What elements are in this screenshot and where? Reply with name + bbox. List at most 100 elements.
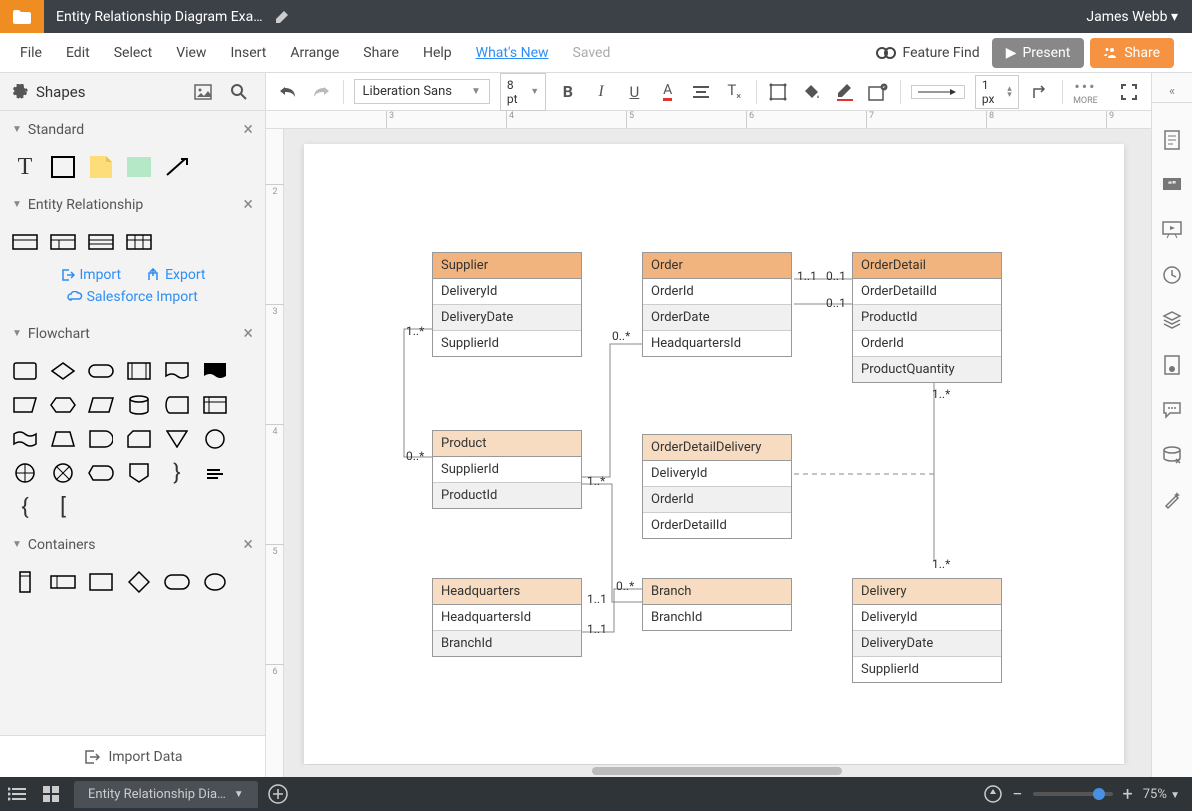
menu-help[interactable]: Help: [411, 45, 464, 61]
fc-card[interactable]: [126, 428, 152, 450]
line-style[interactable]: [911, 85, 965, 99]
cont-1[interactable]: [12, 571, 38, 593]
zoom-level[interactable]: 75% ▼: [1143, 787, 1180, 802]
fc-doc2[interactable]: [202, 360, 228, 382]
border-color-icon[interactable]: [833, 80, 856, 104]
menu-insert[interactable]: Insert: [218, 45, 278, 61]
underline-icon[interactable]: U: [623, 80, 646, 104]
align-icon[interactable]: [689, 80, 712, 104]
er-import-link[interactable]: Import: [59, 267, 121, 283]
menu-share[interactable]: Share: [351, 45, 411, 61]
comments-icon[interactable]: ❝❞: [1160, 173, 1184, 197]
line-width-select[interactable]: 1 px▴▾: [975, 75, 1019, 109]
entity-product[interactable]: Product SupplierId ProductId: [432, 430, 582, 509]
fc-offpage[interactable]: [126, 462, 152, 484]
cont-3[interactable]: [88, 571, 114, 593]
present-panel-icon[interactable]: [1160, 218, 1184, 242]
auto-zoom-icon[interactable]: [984, 785, 1002, 803]
cont-5[interactable]: [164, 571, 190, 593]
layers-icon[interactable]: [1160, 308, 1184, 332]
fc-stored[interactable]: [164, 394, 190, 416]
fc-para[interactable]: [88, 394, 114, 416]
whats-new-link[interactable]: What's New: [464, 45, 561, 61]
menu-select[interactable]: Select: [102, 45, 164, 61]
add-page-icon[interactable]: [268, 784, 288, 804]
fc-brace-r[interactable]: }: [164, 462, 190, 484]
category-er[interactable]: ▼ Entity Relationship ×: [0, 186, 265, 223]
fc-note[interactable]: [202, 462, 228, 484]
bold-icon[interactable]: B: [556, 80, 579, 104]
entity-orderdetail[interactable]: OrderDetail OrderDetailId ProductId Orde…: [852, 252, 1002, 383]
fc-trap[interactable]: [50, 428, 76, 450]
fc-display[interactable]: [88, 462, 114, 484]
category-flowchart[interactable]: ▼ Flowchart ×: [0, 315, 265, 352]
entity-headquarters[interactable]: Headquarters HeadquartersId BranchId: [432, 578, 582, 657]
menu-view[interactable]: View: [164, 45, 218, 61]
font-select[interactable]: Liberation Sans▼: [354, 79, 490, 104]
fc-tape[interactable]: [12, 428, 38, 450]
entity-orderdetaildelivery[interactable]: OrderDetailDelivery DeliveryId OrderId O…: [642, 434, 792, 539]
canvas[interactable]: Supplier DeliveryId DeliveryDate Supplie…: [284, 129, 1151, 777]
fc-terminator[interactable]: [88, 360, 114, 382]
present-button[interactable]: ▶ Present: [992, 38, 1085, 68]
category-standard[interactable]: ▼ Standard ×: [0, 111, 265, 148]
page[interactable]: Supplier DeliveryId DeliveryDate Supplie…: [304, 144, 1124, 764]
fc-intern[interactable]: [202, 394, 228, 416]
search-icon[interactable]: [225, 78, 253, 106]
fc-db[interactable]: [126, 394, 152, 416]
zoom-slider[interactable]: [1033, 792, 1113, 796]
cont-2[interactable]: [50, 571, 76, 593]
fc-doc[interactable]: [164, 360, 190, 382]
cont-4[interactable]: [126, 571, 152, 593]
text-color-icon[interactable]: A: [656, 80, 679, 104]
fc-brace-l[interactable]: {: [12, 496, 38, 518]
undo-icon[interactable]: [276, 80, 299, 104]
fc-delay[interactable]: [88, 428, 114, 450]
horizontal-scrollbar[interactable]: [302, 765, 1151, 777]
fc-predef[interactable]: [126, 360, 152, 382]
fc-conn[interactable]: [202, 428, 228, 450]
close-icon[interactable]: ×: [243, 194, 253, 215]
shape-options-icon[interactable]: [867, 80, 890, 104]
salesforce-import-link[interactable]: Salesforce Import: [0, 289, 265, 315]
shape-er-2[interactable]: [50, 231, 76, 253]
master-icon[interactable]: [1160, 353, 1184, 377]
close-icon[interactable]: ×: [243, 119, 253, 140]
fc-diamond[interactable]: [50, 360, 76, 382]
entity-delivery[interactable]: Delivery DeliveryId DeliveryDate Supplie…: [852, 578, 1002, 683]
shape-text[interactable]: T: [12, 156, 38, 178]
feature-find[interactable]: Feature Find: [864, 45, 991, 61]
shape-bounds-icon[interactable]: [767, 80, 790, 104]
zoom-out-icon[interactable]: −: [1012, 784, 1022, 805]
grid-view-icon[interactable]: [34, 777, 68, 811]
shape-er-1[interactable]: [12, 231, 38, 253]
image-icon[interactable]: [189, 78, 217, 106]
category-containers[interactable]: ▼ Containers ×: [0, 526, 265, 563]
line-route-icon[interactable]: [1029, 80, 1052, 104]
fullscreen-icon[interactable]: [1118, 80, 1141, 104]
collapse-rail-icon[interactable]: «: [1152, 81, 1192, 103]
edit-title-icon[interactable]: [275, 10, 289, 24]
zoom-in-icon[interactable]: +: [1123, 784, 1133, 805]
menu-edit[interactable]: Edit: [54, 45, 102, 61]
fc-bracket[interactable]: [: [50, 496, 76, 518]
shape-er-3[interactable]: [88, 231, 114, 253]
shape-note[interactable]: [88, 156, 114, 178]
list-view-icon[interactable]: [0, 777, 34, 811]
shape-rect[interactable]: [50, 156, 76, 178]
fc-rect[interactable]: [12, 360, 38, 382]
import-data-button[interactable]: Import Data: [0, 735, 265, 777]
shape-block[interactable]: [126, 156, 152, 178]
shape-er-4[interactable]: [126, 231, 152, 253]
page-settings-icon[interactable]: [1160, 128, 1184, 152]
gear-icon[interactable]: [12, 84, 28, 100]
more-button[interactable]: •••MORE: [1073, 77, 1098, 106]
cont-6[interactable]: [202, 571, 228, 593]
user-menu[interactable]: James Webb ▾: [1072, 9, 1192, 25]
fc-manual[interactable]: [12, 394, 38, 416]
er-export-link[interactable]: Export: [145, 267, 205, 283]
document-title[interactable]: Entity Relationship Diagram Exa…: [44, 9, 275, 25]
entity-supplier[interactable]: Supplier DeliveryId DeliveryDate Supplie…: [432, 252, 582, 357]
entity-order[interactable]: Order OrderId OrderDate HeadquartersId: [642, 252, 792, 357]
close-icon[interactable]: ×: [243, 323, 253, 344]
